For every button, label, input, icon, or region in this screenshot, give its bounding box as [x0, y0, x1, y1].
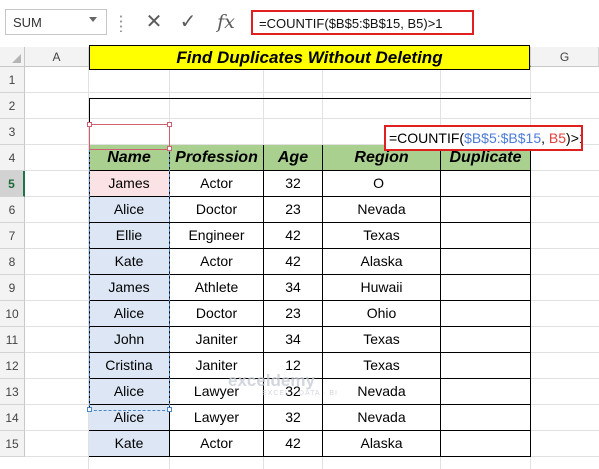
row-header-15[interactable]: 15: [0, 431, 25, 457]
watermark-tagline: EXCEL · DATA · BI: [262, 390, 338, 397]
cell-profession[interactable]: Doctor: [170, 197, 264, 223]
formula-buttons: ✕ ✓ fx: [133, 9, 246, 35]
cell-duplicate[interactable]: [441, 301, 531, 327]
row-header-6[interactable]: 6: [0, 197, 25, 223]
row-header-5[interactable]: 5: [0, 171, 25, 197]
sheet-title[interactable]: Find Duplicates Without Deleting: [89, 45, 530, 70]
cell-duplicate[interactable]: [441, 353, 531, 379]
chevron-down-icon[interactable]: [89, 17, 97, 22]
range-handle-bottom-left[interactable]: [87, 407, 92, 412]
cell-age[interactable]: 34: [264, 327, 323, 353]
cell-duplicate[interactable]: [441, 275, 531, 301]
gridline: [25, 92, 599, 93]
cell-name[interactable]: John: [89, 327, 170, 353]
cell-handle-top-left[interactable]: [87, 122, 92, 127]
gridline: [25, 118, 599, 119]
cell-duplicate[interactable]: [441, 249, 531, 275]
cell-duplicate[interactable]: [441, 405, 531, 431]
row-header-3[interactable]: 3: [0, 119, 25, 145]
cell-duplicate[interactable]: [441, 327, 531, 353]
cell-name[interactable]: James: [89, 275, 170, 301]
cell-region[interactable]: Huwaii: [323, 275, 441, 301]
cell-age[interactable]: 32: [264, 171, 323, 197]
cell-region[interactable]: Alaska: [323, 249, 441, 275]
cell-age[interactable]: 42: [264, 431, 323, 457]
cell-age[interactable]: 42: [264, 249, 323, 275]
insert-function-icon[interactable]: fx: [213, 9, 239, 35]
cell-name[interactable]: Ellie: [89, 223, 170, 249]
drag-handle-icon[interactable]: [120, 14, 122, 32]
cell-region[interactable]: Texas: [323, 223, 441, 249]
cell-region[interactable]: Alaska: [323, 431, 441, 457]
name-box[interactable]: SUM: [5, 9, 107, 35]
cell-name[interactable]: Alice: [89, 301, 170, 327]
cell-region[interactable]: Nevada: [323, 197, 441, 223]
cancel-icon[interactable]: ✕: [141, 9, 167, 35]
cell-name[interactable]: Kate: [89, 431, 170, 457]
row-header-1[interactable]: 1: [0, 67, 25, 93]
cell-age[interactable]: 23: [264, 197, 323, 223]
formula-prefix: =COUNTIF(: [389, 130, 465, 146]
cell-region[interactable]: Ohio: [323, 301, 441, 327]
column-header-g[interactable]: G: [531, 47, 599, 67]
column-header-a[interactable]: A: [25, 47, 89, 67]
watermark-logo: exceldemy: [228, 371, 315, 390]
select-all-triangle-icon: [12, 54, 21, 63]
formula-suffix: )>1: [566, 130, 581, 146]
cell-name[interactable]: Kate: [89, 249, 170, 275]
cell-region[interactable]: Nevada: [323, 405, 441, 431]
formula-bar-area: SUM ✕ ✓ fx =COUNTIF($B$5:$B$15, B5)>1: [0, 0, 599, 50]
cell-age[interactable]: 32: [264, 405, 323, 431]
row-header-2[interactable]: 2: [0, 93, 25, 119]
cell-profession[interactable]: Engineer: [170, 223, 264, 249]
row-header-8[interactable]: 8: [0, 249, 25, 275]
row-header-10[interactable]: 10: [0, 301, 25, 327]
cell-age[interactable]: 42: [264, 223, 323, 249]
cell-reference: B5: [548, 130, 567, 146]
cell-age[interactable]: 23: [264, 301, 323, 327]
cell-name[interactable]: James: [89, 171, 170, 197]
cell-region[interactable]: Nevada: [323, 379, 441, 405]
row-header-9[interactable]: 9: [0, 275, 25, 301]
cell-profession[interactable]: Actor: [170, 171, 264, 197]
row-header-7[interactable]: 7: [0, 223, 25, 249]
cell-handle-bottom-right[interactable]: [167, 146, 172, 151]
cell-duplicate[interactable]: [441, 223, 531, 249]
row-header-4[interactable]: 4: [0, 145, 25, 171]
cell-name[interactable]: Alice: [89, 405, 170, 431]
cell-handle-top-right[interactable]: [167, 122, 172, 127]
in-cell-formula-editor[interactable]: =COUNTIF($B$5:$B$15, B5)>1: [384, 125, 583, 151]
header-profession[interactable]: Profession: [170, 145, 264, 171]
row-header-14[interactable]: 14: [0, 405, 25, 431]
cell-region[interactable]: Texas: [323, 353, 441, 379]
formula-separator: ,: [541, 130, 549, 146]
header-name[interactable]: Name: [89, 145, 170, 171]
cell-name[interactable]: Alice: [89, 379, 170, 405]
cell-profession[interactable]: Athlete: [170, 275, 264, 301]
cell-duplicate[interactable]: [441, 431, 531, 457]
range-reference: $B$5:$B$15: [464, 130, 542, 146]
cell-profession[interactable]: Actor: [170, 431, 264, 457]
enter-icon[interactable]: ✓: [175, 9, 201, 35]
cell-profession[interactable]: Actor: [170, 249, 264, 275]
cell-age[interactable]: 34: [264, 275, 323, 301]
cell-duplicate[interactable]: [441, 197, 531, 223]
formula-input[interactable]: =COUNTIF($B$5:$B$15, B5)>1: [251, 10, 474, 35]
cell-profession[interactable]: Doctor: [170, 301, 264, 327]
header-age[interactable]: Age: [264, 145, 323, 171]
row-header-11[interactable]: 11: [0, 327, 25, 353]
row-header-12[interactable]: 12: [0, 353, 25, 379]
cell-region[interactable]: Texas: [323, 327, 441, 353]
cell-profession[interactable]: Lawyer: [170, 405, 264, 431]
range-handle-bottom-right[interactable]: [167, 407, 172, 412]
cell-duplicate[interactable]: [441, 171, 531, 197]
cell-name[interactable]: Cristina: [89, 353, 170, 379]
row-header-13[interactable]: 13: [0, 379, 25, 405]
cell-name[interactable]: Alice: [89, 197, 170, 223]
select-all-button[interactable]: [0, 47, 25, 67]
cell-region[interactable]: O: [323, 171, 441, 197]
cell-duplicate[interactable]: [441, 379, 531, 405]
cell-profession[interactable]: Janiter: [170, 327, 264, 353]
